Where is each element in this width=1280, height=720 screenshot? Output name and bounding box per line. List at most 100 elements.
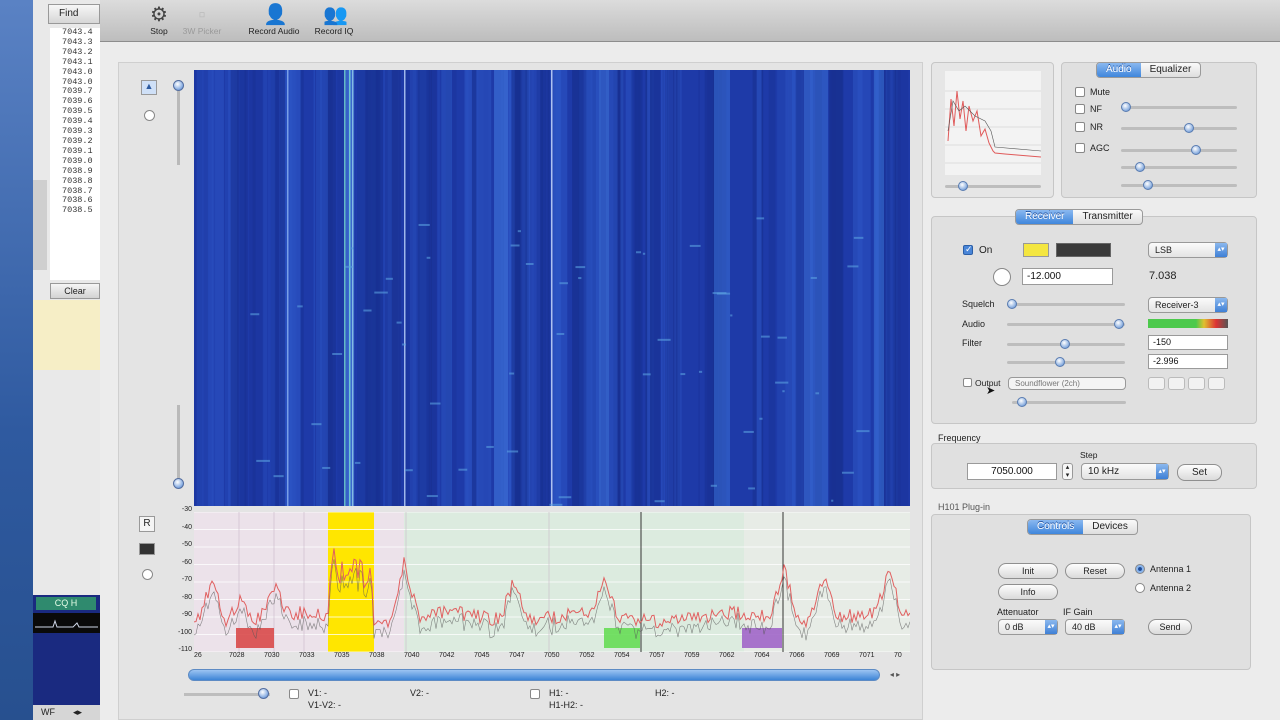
plugin-panel: Controls Devices (931, 514, 1251, 670)
stop-label: Stop (150, 26, 168, 36)
agc-slider[interactable] (1121, 149, 1237, 152)
slider-thumb[interactable] (258, 688, 269, 699)
h-marker-checkbox[interactable] (530, 689, 540, 699)
squelch-slider[interactable] (1007, 303, 1125, 306)
tab-controls[interactable]: Controls (1028, 520, 1084, 534)
output-device-select[interactable]: Soundflower (2ch) (1008, 377, 1126, 390)
v-marker-checkbox[interactable] (289, 689, 299, 699)
send-button[interactable]: Send (1148, 619, 1192, 635)
set-button[interactable]: Set (1177, 464, 1222, 481)
x-tick-label: 7030 (264, 652, 280, 659)
step-value: 10 kHz (1088, 466, 1120, 477)
filter-high-field[interactable]: -2.996 (1148, 354, 1228, 369)
step-select[interactable]: 10 kHz ▴▾ (1081, 463, 1169, 480)
waterfall-bottom-slider[interactable] (177, 405, 180, 485)
waterfall-top-slider[interactable] (177, 80, 180, 165)
display-toggle-button[interactable] (139, 543, 155, 555)
y-tick-label: -90 (181, 611, 192, 618)
tab-receiver[interactable]: Receiver (1016, 210, 1074, 224)
slider-thumb[interactable] (1135, 162, 1145, 172)
nf-slider[interactable] (1121, 106, 1237, 109)
attenuator-select[interactable]: 0 dB ▴▾ (998, 619, 1058, 635)
receiver-on-checkbox[interactable] (963, 244, 973, 255)
stop-button[interactable]: ⚙ Stop (146, 4, 172, 36)
slider-thumb[interactable] (1143, 180, 1153, 190)
output-volume-slider[interactable] (1012, 401, 1126, 404)
info-button[interactable]: Info (998, 584, 1058, 600)
mode-select[interactable]: LSB ▴▾ (1148, 242, 1228, 258)
frequency-field[interactable]: 7050.000 (967, 463, 1057, 480)
reset-button[interactable]: Reset (1065, 563, 1125, 579)
list-item[interactable]: 7038.8 (62, 176, 100, 187)
tab-transmitter[interactable]: Transmitter (1073, 210, 1141, 224)
slider-thumb[interactable] (1055, 357, 1065, 367)
receiver-select-value: Receiver-3 (1155, 300, 1199, 310)
zoom-up-button[interactable]: ▲ (141, 80, 157, 95)
ifgain-select[interactable]: 40 dB ▴▾ (1065, 619, 1125, 635)
slider-thumb[interactable] (1017, 397, 1027, 407)
filter-label: Filter (962, 338, 982, 348)
wf-label: WF (41, 707, 55, 717)
nf-checkbox[interactable] (1075, 104, 1085, 114)
scroll-arrows[interactable]: ◂ ▸ (882, 669, 908, 681)
r-button[interactable]: R (139, 516, 155, 532)
dial-icon[interactable] (142, 569, 153, 580)
receiver-color-well[interactable] (1023, 243, 1049, 257)
nr-slider[interactable] (1121, 127, 1237, 130)
stepper-button[interactable] (1188, 377, 1205, 390)
tab-devices[interactable]: Devices (1083, 520, 1137, 534)
init-button[interactable]: Init (998, 563, 1058, 579)
frequency-scrollbar[interactable] (188, 669, 880, 681)
toolbar: ⚙ Stop ▫ 3W Picker 👤 Record Audio 👥 Reco… (100, 0, 1280, 42)
stepper-button[interactable] (1148, 377, 1165, 390)
nr-label: NR (1090, 122, 1103, 132)
find-button[interactable]: Find (48, 4, 100, 24)
slider-thumb[interactable] (1114, 319, 1124, 329)
frequency-history-list[interactable]: 7043.4 7043.3 7043.2 7043.1 7043.0 7043.0 7039… (50, 28, 100, 280)
picker-button[interactable]: ▫ 3W Picker (178, 4, 226, 36)
nr-checkbox[interactable] (1075, 122, 1085, 132)
slider-thumb[interactable] (1060, 339, 1070, 349)
slider-thumb[interactable] (173, 478, 184, 489)
wf-tab[interactable]: WF ◂▸ (33, 705, 100, 720)
slider-thumb[interactable] (1191, 145, 1201, 155)
x-tick-label: 7042 (439, 652, 455, 659)
receiver-select[interactable]: Receiver-3 ▴▾ (1148, 297, 1228, 313)
antenna2-radio[interactable] (1135, 583, 1145, 593)
filter-high-slider[interactable] (1007, 361, 1125, 364)
slider-thumb[interactable] (1007, 299, 1017, 309)
slider-thumb[interactable] (1121, 102, 1131, 112)
record-iq-button[interactable]: 👥 Record IQ (310, 4, 358, 36)
tab-equalizer[interactable]: Equalizer (1141, 63, 1201, 77)
x-tick-label: 7028 (229, 652, 245, 659)
stepper-button[interactable] (1168, 377, 1185, 390)
stepper-button[interactable] (1208, 377, 1225, 390)
spectrum-display[interactable] (194, 512, 910, 652)
dial-icon[interactable] (144, 110, 155, 121)
antenna1-label: Antenna 1 (1150, 564, 1192, 574)
output-checkbox[interactable] (963, 378, 972, 387)
audio-slider[interactable] (1007, 323, 1125, 326)
mute-checkbox[interactable] (1075, 87, 1085, 97)
agc-decay-slider[interactable] (1121, 184, 1237, 187)
receiver-display-swatch[interactable] (1056, 243, 1111, 257)
list-item[interactable]: 7038.5 (62, 205, 100, 216)
record-audio-button[interactable]: 👤 Record Audio (244, 4, 304, 36)
person-icon: 👤 (263, 4, 288, 26)
antenna1-radio[interactable] (1135, 564, 1145, 574)
frequency-stepper[interactable]: ▴ ▾ (1062, 463, 1073, 480)
slider-thumb[interactable] (958, 181, 968, 191)
y-tick-label: -110 (178, 646, 193, 653)
filter-low-field[interactable]: -150 (1148, 335, 1228, 350)
tab-audio[interactable]: Audio (1097, 63, 1141, 77)
y-tick-label: -50 (181, 541, 192, 548)
slider-thumb[interactable] (173, 80, 184, 91)
nf-label: NF (1090, 104, 1102, 114)
offset-field[interactable]: -12.000 (1022, 268, 1113, 285)
waterfall-display[interactable] (194, 70, 910, 506)
stepper-arrows-icon: ▴ ▾ (1065, 464, 1070, 479)
clear-button[interactable]: Clear (50, 283, 100, 299)
tuning-knob-icon[interactable] (993, 268, 1011, 286)
slider-thumb[interactable] (1184, 123, 1194, 133)
agc-checkbox[interactable] (1075, 143, 1085, 153)
